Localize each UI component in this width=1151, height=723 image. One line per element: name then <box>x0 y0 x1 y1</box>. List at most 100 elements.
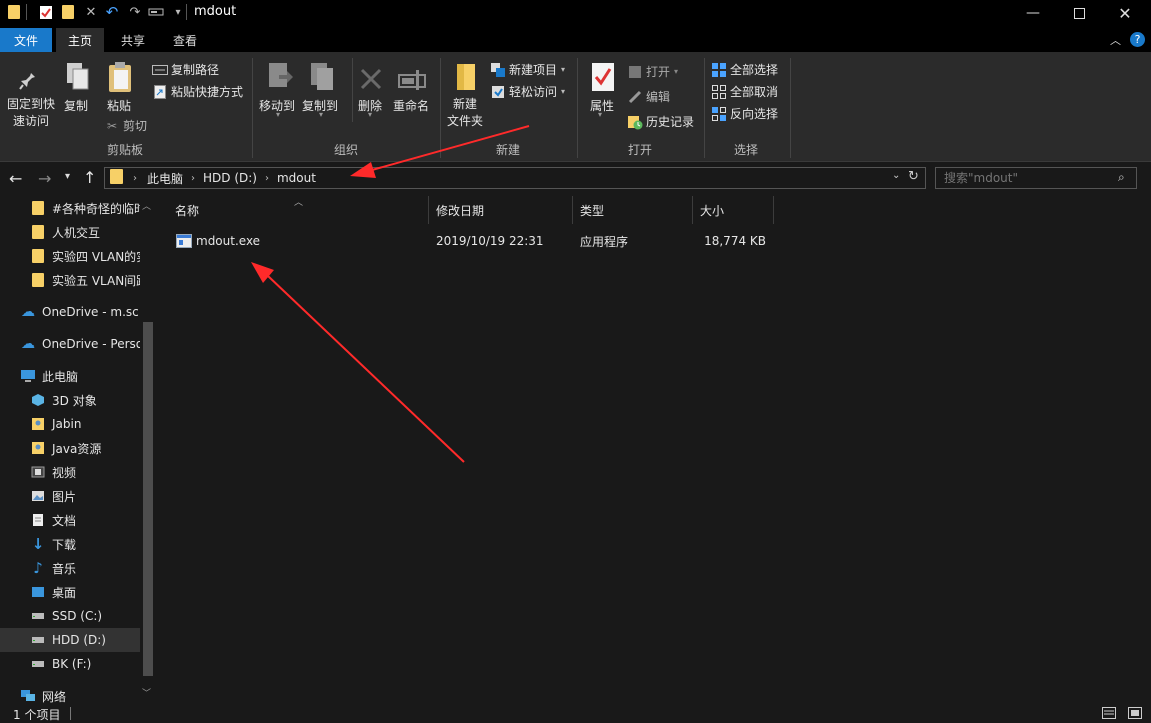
sidebar-item-videos[interactable]: 视频 <box>0 460 140 484</box>
undo-icon[interactable]: ↶ <box>104 3 120 21</box>
invert-selection-label: 反向选择 <box>730 107 779 121</box>
pin-to-quick-access-button[interactable]: 固定到快 速访问 <box>5 96 57 130</box>
sidebar-item-network[interactable]: 网络 <box>0 684 140 704</box>
redo-icon[interactable]: ↷ <box>127 4 143 20</box>
help-icon[interactable]: ? <box>1130 32 1145 47</box>
column-header-modified[interactable]: 修改日期 <box>429 196 573 224</box>
tab-share[interactable]: 共享 <box>110 28 156 52</box>
tab-home[interactable]: 主页 <box>56 28 104 52</box>
details-view-icon[interactable] <box>1102 707 1116 722</box>
maximize-button[interactable] <box>1056 0 1102 26</box>
sidebar-item-documents[interactable]: 文档 <box>0 508 140 532</box>
sidebar-item-bk-f[interactable]: BK (F:) <box>0 652 140 676</box>
new-item-button[interactable]: 新建项目 ▾ <box>490 61 565 78</box>
customize-toolbar-dropdown-icon[interactable]: ▾ <box>170 4 186 20</box>
sidebar-item-music[interactable]: ♪ 音乐 <box>0 556 140 580</box>
new-folder-button[interactable]: 新建 文件夹 <box>447 96 483 130</box>
collapse-ribbon-icon[interactable]: ︿ <box>1110 32 1121 48</box>
column-header-type[interactable]: 类型 <box>573 196 693 224</box>
column-header-name[interactable]: 名称 <box>168 196 429 224</box>
cloud-icon: ☁ <box>21 304 35 320</box>
tab-view[interactable]: 查看 <box>162 28 208 52</box>
recent-locations-chevron-icon[interactable]: ▾ <box>65 171 70 182</box>
copy-path-button[interactable]: 复制路径 <box>152 61 219 78</box>
sidebar-item-hci[interactable]: 人机交互 <box>0 220 140 244</box>
cloud-icon: ☁ <box>21 336 35 352</box>
cut-button[interactable]: ✂ 剪切 <box>104 117 147 134</box>
copy-button[interactable]: 复制 <box>64 97 88 114</box>
sidebar-item-label: BK (F:) <box>52 657 92 671</box>
paste-shortcut-button[interactable]: 粘贴快捷方式 <box>152 83 243 100</box>
status-bar: 1 个项目 <box>0 704 1151 723</box>
tab-file[interactable]: 文件 <box>0 28 52 52</box>
easy-access-button[interactable]: 轻松访问 ▾ <box>490 83 565 100</box>
breadcrumb-this-pc[interactable]: 此电脑 <box>147 170 183 187</box>
folder-icon <box>110 169 123 187</box>
sidebar-item-label: 文档 <box>52 513 77 528</box>
search-box[interactable]: ⌕ <box>935 167 1137 189</box>
edit-icon <box>627 89 643 105</box>
sidebar-item-pictures[interactable]: 图片 <box>0 484 140 508</box>
sidebar-item-java-resources[interactable]: Java资源 <box>0 436 140 460</box>
edit-button[interactable]: 编辑 <box>627 88 670 105</box>
sidebar-item-label: 视频 <box>52 465 77 480</box>
select-all-button[interactable]: 全部选择 <box>711 61 778 78</box>
sidebar-item-temp[interactable]: #各种奇怪的临时 <box>0 196 140 220</box>
exe-file-icon <box>176 234 192 251</box>
divider <box>790 58 791 158</box>
address-history-chevron-icon[interactable]: ⌄ <box>892 170 900 181</box>
sidebar-item-jabin[interactable]: Jabin <box>0 412 140 436</box>
address-bar[interactable]: › 此电脑 › HDD (D:) › mdout <box>104 167 926 189</box>
scroll-up-icon[interactable]: ︿ <box>142 199 151 212</box>
chevron-down-icon: ▾ <box>561 65 566 74</box>
invert-selection-icon <box>711 106 727 122</box>
delete-icon[interactable]: ✕ <box>83 4 99 20</box>
sidebar-scrollbar-thumb[interactable] <box>143 322 153 676</box>
chevron-down-icon: ▾ <box>674 67 679 76</box>
rename-icon[interactable] <box>148 4 164 20</box>
folder-icon <box>6 4 22 20</box>
minimize-button[interactable]: — <box>1010 0 1056 26</box>
sidebar-item-downloads[interactable]: ↓ 下载 <box>0 532 140 556</box>
select-none-button[interactable]: 全部取消 <box>711 83 778 100</box>
invert-selection-button[interactable]: 反向选择 <box>711 105 778 122</box>
sidebar-item-hdd-d[interactable]: HDD (D:) <box>0 628 140 652</box>
sidebar-item-onedrive-school[interactable]: ☁ OneDrive - m.sc <box>0 300 140 324</box>
forward-arrow-icon[interactable]: → <box>38 169 51 188</box>
properties-check-icon[interactable] <box>38 4 54 20</box>
back-arrow-icon[interactable]: ← <box>9 169 22 188</box>
drive-icon <box>30 608 46 624</box>
sidebar-item-lab5[interactable]: 实验五 VLAN间路 <box>0 268 140 292</box>
sidebar-item-desktop[interactable]: 桌面 <box>0 580 140 604</box>
search-input[interactable] <box>936 168 1106 188</box>
open-button[interactable]: 打开 ▾ <box>627 63 678 80</box>
breadcrumb-mdout[interactable]: mdout <box>277 171 316 185</box>
divider <box>704 58 705 158</box>
rename-button[interactable]: 重命名 <box>393 97 429 114</box>
sidebar-item-3d-objects[interactable]: 3D 对象 <box>0 388 140 412</box>
large-icons-view-icon[interactable] <box>1128 707 1142 722</box>
new-folder-icon[interactable] <box>60 4 76 20</box>
select-none-icon <box>711 84 727 100</box>
search-icon[interactable]: ⌕ <box>1118 170 1125 185</box>
paste-button[interactable]: 粘贴 <box>107 97 131 114</box>
sidebar-item-lab4[interactable]: 实验四 VLAN的实 <box>0 244 140 268</box>
sidebar-item-this-pc[interactable]: 此电脑 <box>0 364 140 388</box>
scroll-down-icon[interactable]: ﹀ <box>142 686 151 699</box>
column-header-size[interactable]: 大小 <box>693 196 774 224</box>
divider <box>26 4 27 20</box>
close-button[interactable]: ✕ <box>1102 0 1148 26</box>
file-name[interactable]: mdout.exe <box>196 231 260 251</box>
chevron-down-icon: ▾ <box>276 110 281 119</box>
up-arrow-icon[interactable]: ↑ <box>83 168 96 187</box>
new-folder-large-icon <box>450 60 482 94</box>
history-button[interactable]: 历史记录 <box>627 113 694 130</box>
file-type: 应用程序 <box>580 234 629 249</box>
sidebar-item-label: 下载 <box>52 537 77 552</box>
breadcrumb-hdd-d[interactable]: HDD (D:) <box>203 171 257 185</box>
sidebar-item-ssd-c[interactable]: SSD (C:) <box>0 604 140 628</box>
sidebar-item-label: OneDrive - Perso <box>42 337 140 351</box>
picture-icon <box>30 488 46 504</box>
refresh-icon[interactable]: ↻ <box>908 169 919 184</box>
sidebar-item-onedrive-personal[interactable]: ☁ OneDrive - Perso <box>0 332 140 356</box>
